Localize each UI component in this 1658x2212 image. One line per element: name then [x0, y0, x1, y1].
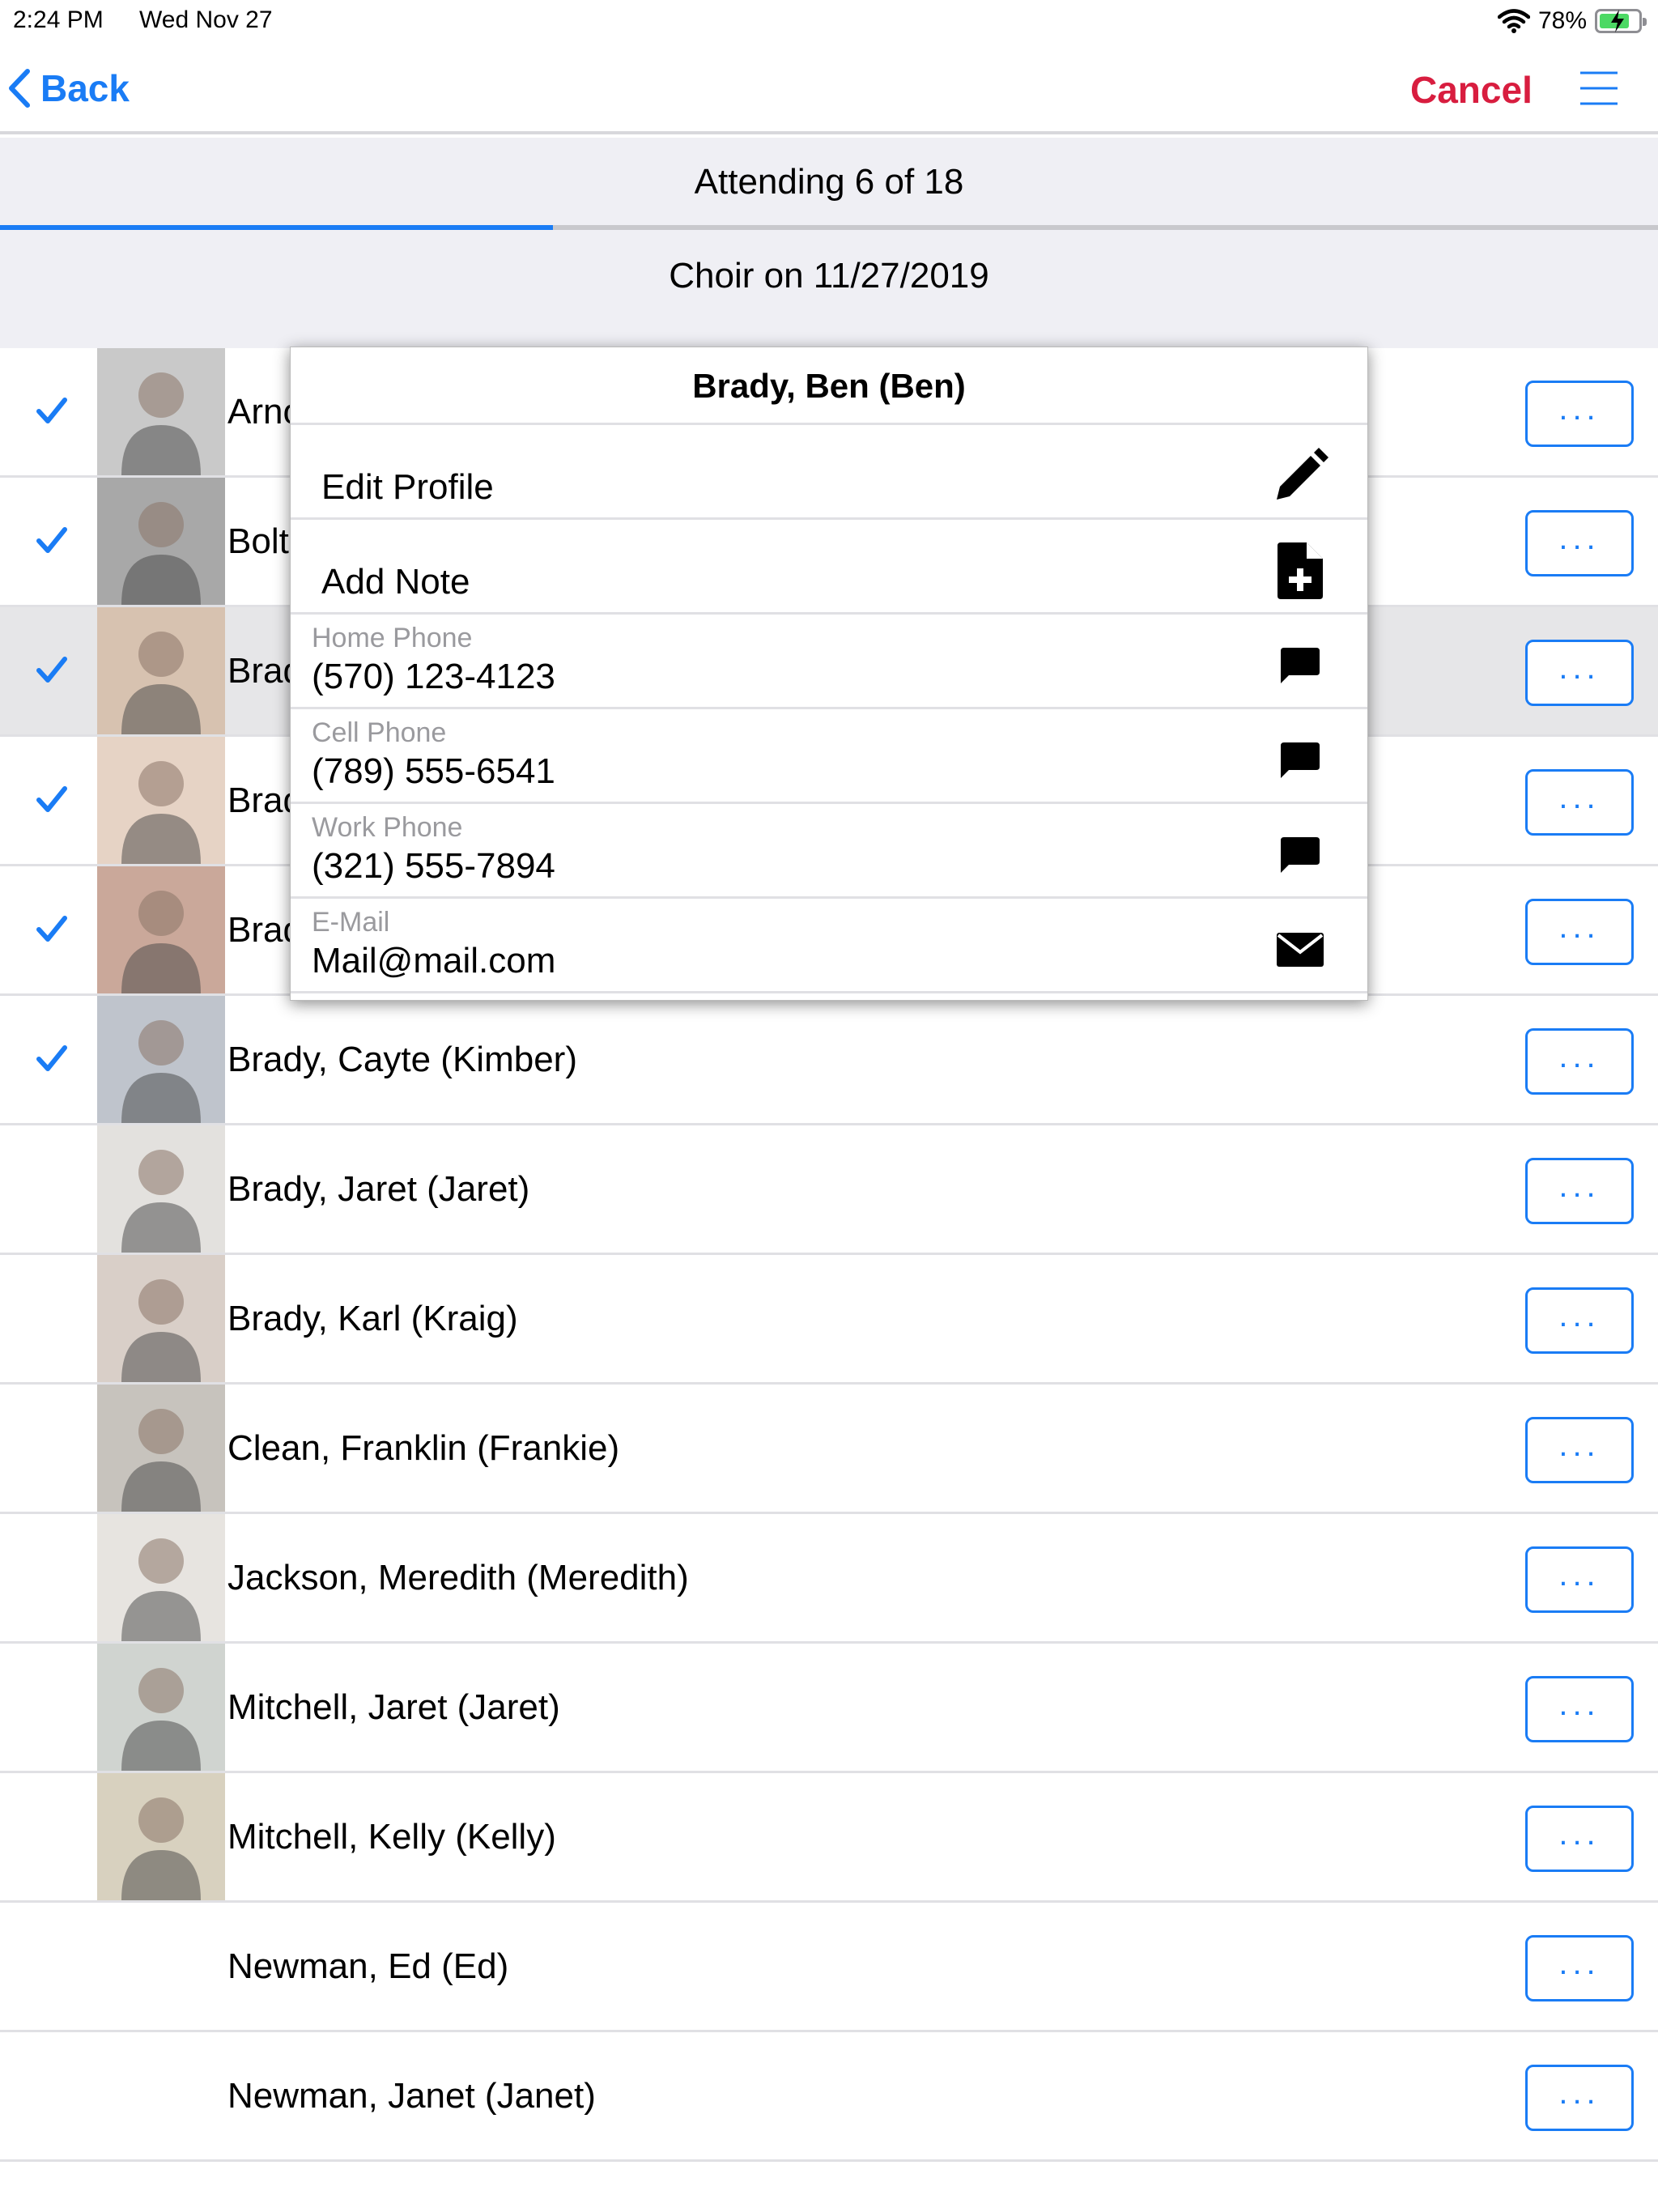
status-right: 78%	[1497, 5, 1647, 37]
person-name: Clean, Franklin (Frankie)	[227, 1428, 620, 1468]
more-options-button[interactable]: ...	[1525, 1417, 1634, 1483]
more-options-button[interactable]: ...	[1525, 1806, 1634, 1872]
status-date: Wed Nov 27	[139, 6, 273, 33]
person-name: Mitchell, Jaret (Jaret)	[227, 1687, 560, 1727]
more-options-button[interactable]: ...	[1525, 1158, 1634, 1224]
person-photo	[97, 1125, 225, 1253]
person-photo	[97, 607, 225, 734]
person-photo	[97, 1773, 225, 1900]
person-row[interactable]: Brady, Cayte (Kimber)...	[0, 996, 1658, 1125]
more-options-button[interactable]: ...	[1525, 1935, 1634, 2001]
add-note-label: Add Note	[321, 562, 470, 602]
back-label: Back	[40, 67, 130, 109]
person-name: Brady, Jaret (Jaret)	[227, 1169, 530, 1209]
more-options-button[interactable]: ...	[1525, 381, 1634, 447]
checkmark-icon	[36, 657, 67, 683]
cell-phone-item[interactable]: Cell Phone (789) 555-6541	[291, 709, 1367, 804]
menu-icon[interactable]	[1579, 68, 1619, 108]
person-name: Brady, Cayte (Kimber)	[227, 1040, 577, 1079]
email-label: E-Mail	[312, 907, 390, 938]
checkmark-icon	[36, 916, 67, 942]
home-phone-label: Home Phone	[312, 623, 473, 653]
attending-count: Attending 6 of 18	[694, 162, 964, 202]
add-note-item[interactable]: Add Note	[291, 520, 1367, 615]
person-photo	[97, 866, 225, 993]
more-options-button[interactable]: ...	[1525, 1546, 1634, 1613]
person-photo	[97, 1255, 225, 1382]
status-bar: 2:24 PM Wed Nov 27 78%	[0, 0, 1658, 42]
envelope-icon[interactable]	[1272, 921, 1329, 978]
person-row[interactable]: Mitchell, Jaret (Jaret)...	[0, 1644, 1658, 1773]
person-row[interactable]: Mitchell, Kelly (Kelly)...	[0, 1773, 1658, 1903]
more-options-button[interactable]: ...	[1525, 769, 1634, 836]
more-options-button[interactable]: ...	[1525, 510, 1634, 576]
work-phone-item[interactable]: Work Phone (321) 555-7894	[291, 804, 1367, 899]
person-row[interactable]: Brady, Karl (Kraig)...	[0, 1255, 1658, 1385]
message-icon[interactable]	[1272, 637, 1329, 694]
person-photo	[97, 1514, 225, 1641]
more-options-button[interactable]: ...	[1525, 2065, 1634, 2131]
edit-profile-label: Edit Profile	[321, 467, 494, 507]
back-button[interactable]: Back	[6, 66, 130, 110]
attendance-header: Attending 6 of 18 Choir on 11/27/2019	[0, 138, 1658, 350]
nav-bar: Back Cancel	[0, 42, 1658, 134]
person-name: Mitchell, Kelly (Kelly)	[227, 1817, 556, 1857]
person-name: Bolt	[227, 521, 289, 561]
email-item[interactable]: E-Mail Mail@mail.com	[291, 899, 1367, 993]
person-name: Brady, Karl (Kraig)	[227, 1299, 518, 1338]
home-phone-value: (570) 123-4123	[312, 657, 555, 696]
checkmark-icon	[36, 1045, 67, 1071]
pencil-icon	[1272, 448, 1329, 504]
cell-phone-value: (789) 555-6541	[312, 751, 555, 791]
home-phone-item[interactable]: Home Phone (570) 123-4123	[291, 615, 1367, 709]
checkmark-icon	[36, 398, 67, 423]
more-options-button[interactable]: ...	[1525, 899, 1634, 965]
status-time: 2:24 PM	[13, 6, 104, 33]
person-row[interactable]: Brady, Jaret (Jaret)...	[0, 1125, 1658, 1255]
person-row[interactable]: Jackson, Meredith (Meredith)...	[0, 1514, 1658, 1644]
more-options-button[interactable]: ...	[1525, 1287, 1634, 1354]
person-row[interactable]: Newman, Janet (Janet)...	[0, 2032, 1658, 2162]
attendance-progress-fill	[0, 225, 553, 230]
message-icon[interactable]	[1272, 732, 1329, 789]
person-row[interactable]: Clean, Franklin (Frankie)...	[0, 1385, 1658, 1514]
more-options-button[interactable]: ...	[1525, 640, 1634, 706]
more-options-button[interactable]: ...	[1525, 1028, 1634, 1095]
cell-phone-label: Cell Phone	[312, 717, 447, 748]
person-row[interactable]: Newman, Ed (Ed)...	[0, 1903, 1658, 2032]
wifi-icon	[1497, 9, 1530, 33]
popover-title: Brady, Ben (Ben)	[291, 347, 1367, 425]
cancel-button[interactable]: Cancel	[1410, 68, 1533, 112]
checkmark-icon	[36, 527, 67, 553]
person-name: Newman, Ed (Ed)	[227, 1946, 509, 1986]
work-phone-label: Work Phone	[312, 812, 463, 843]
person-popover: Brady, Ben (Ben) Edit Profile Add Note H…	[290, 347, 1368, 1001]
work-phone-value: (321) 555-7894	[312, 846, 555, 886]
chevron-left-icon	[9, 69, 30, 108]
email-value: Mail@mail.com	[312, 941, 556, 981]
message-icon[interactable]	[1272, 827, 1329, 883]
battery-icon	[1595, 9, 1647, 33]
person-name: Newman, Janet (Janet)	[227, 2076, 596, 2116]
person-photo	[97, 1385, 225, 1512]
checkmark-icon	[36, 786, 67, 812]
person-photo	[97, 996, 225, 1123]
person-photo	[97, 737, 225, 864]
edit-profile-item[interactable]: Edit Profile	[291, 425, 1367, 520]
person-name: Jackson, Meredith (Meredith)	[227, 1558, 689, 1597]
event-title: Choir on 11/27/2019	[669, 256, 989, 296]
person-photo	[97, 1644, 225, 1771]
person-photo	[97, 348, 225, 475]
person-photo	[97, 478, 225, 605]
attendance-progress	[0, 225, 1658, 230]
more-options-button[interactable]: ...	[1525, 1676, 1634, 1742]
add-note-icon	[1272, 542, 1329, 599]
battery-percent: 78%	[1537, 7, 1587, 34]
